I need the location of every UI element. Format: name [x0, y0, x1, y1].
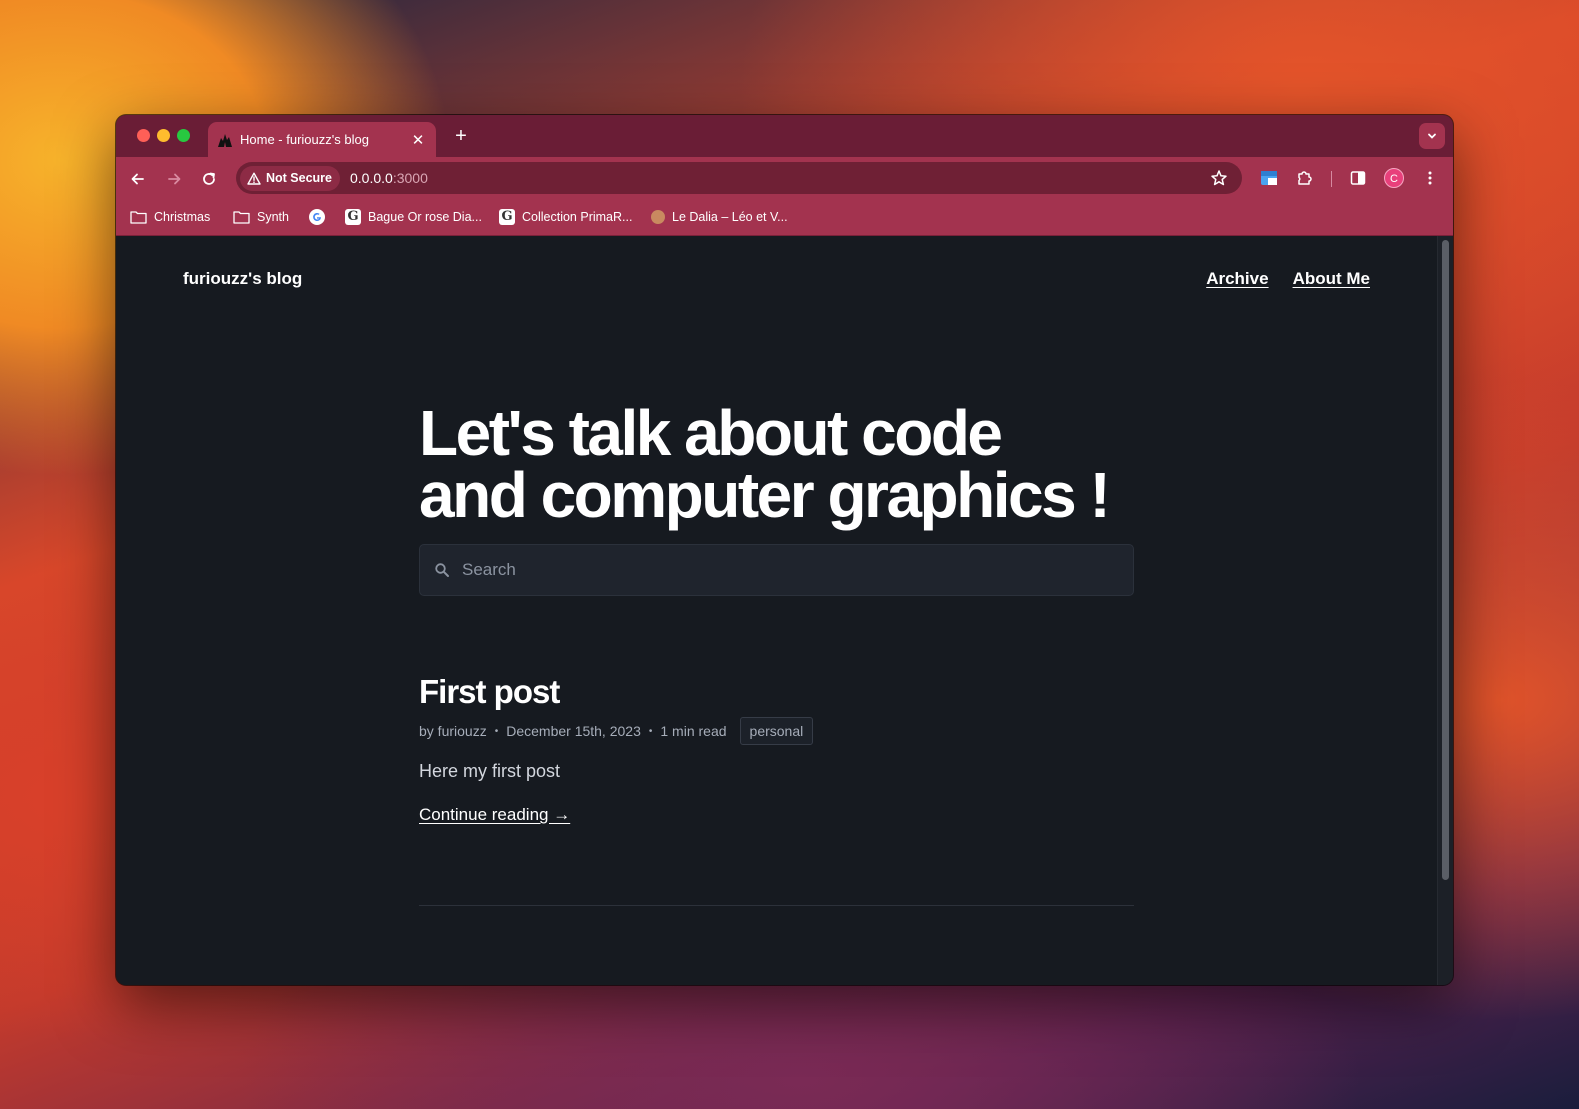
bookmark-google[interactable] — [309, 207, 332, 227]
extensions-menu-button[interactable] — [1293, 166, 1317, 190]
bookmark-label: Christmas — [154, 210, 211, 224]
post-title[interactable]: First post — [419, 673, 560, 711]
page-scrollbar[interactable] — [1437, 236, 1453, 985]
warning-icon — [247, 172, 261, 185]
site-title[interactable]: furiouzz's blog — [183, 269, 302, 289]
bookmark-le-dalia[interactable]: Le Dalia – Léo et V... — [651, 207, 788, 227]
address-bar[interactable]: Not Secure 0.0.0.0:3000 — [236, 162, 1242, 194]
tab-home[interactable]: Home - furiouzz's blog ✕ — [208, 122, 436, 157]
extension-app-icon — [1261, 171, 1277, 185]
close-window-button[interactable] — [137, 129, 150, 142]
side-panel-icon — [1350, 171, 1366, 185]
toolbar-separator — [1331, 171, 1332, 187]
browser-toolbar: Not Secure 0.0.0.0:3000 C — [116, 157, 1453, 199]
reload-button[interactable] — [196, 166, 222, 192]
profile-avatar[interactable]: C — [1384, 168, 1404, 188]
folder-icon — [130, 211, 147, 224]
back-button[interactable] — [125, 166, 151, 192]
security-label: Not Secure — [266, 171, 332, 185]
side-panel-button[interactable] — [1346, 166, 1370, 190]
g-favicon-icon: G — [345, 209, 361, 225]
url-text[interactable]: 0.0.0.0:3000 — [350, 170, 428, 186]
bookmark-synth[interactable]: Synth — [233, 207, 289, 227]
bookmark-christmas[interactable]: Christmas — [130, 207, 210, 227]
bookmark-label: Bague Or rose Dia... — [368, 210, 482, 224]
post-read-time: 1 min read — [660, 723, 727, 739]
hero-line-2: and computer graphics ! — [419, 459, 1111, 531]
search-input[interactable] — [462, 560, 1133, 580]
bookmark-label: Synth — [257, 210, 289, 224]
more-vertical-icon — [1428, 171, 1432, 185]
url-host: 0.0.0.0 — [350, 170, 393, 186]
maximize-window-button[interactable] — [177, 129, 190, 142]
bookmark-star-icon[interactable] — [1210, 169, 1228, 187]
url-port: :3000 — [392, 170, 428, 186]
minimize-window-button[interactable] — [157, 129, 170, 142]
google-icon — [309, 209, 325, 225]
reload-icon — [203, 172, 215, 185]
puzzle-icon — [1298, 171, 1312, 185]
post-divider — [419, 905, 1134, 906]
bookmarks-bar: Christmas Synth G Bague Or rose Dia... G… — [116, 199, 1453, 236]
nav-about-link[interactable]: About Me — [1293, 269, 1370, 289]
hero-heading: Let's talk about code and computer graph… — [419, 401, 1159, 527]
post-date: December 15th, 2023 — [506, 723, 641, 739]
tab-strip: Home - furiouzz's blog ✕ + — [116, 115, 1453, 157]
forward-button[interactable] — [161, 166, 187, 192]
bookmark-label: Le Dalia – Léo et V... — [672, 210, 788, 224]
page-viewport: furiouzz's blog Archive About Me Let's t… — [116, 236, 1437, 985]
search-icon — [435, 563, 449, 577]
g-favicon-icon: G — [499, 209, 515, 225]
search-box[interactable] — [419, 544, 1134, 596]
bookmark-collection[interactable]: G Collection PrimaR... — [499, 207, 632, 227]
nav-archive-link[interactable]: Archive — [1206, 269, 1268, 289]
post-excerpt: Here my first post — [419, 761, 561, 781]
browser-window: Home - furiouzz's blog ✕ + Not Secure 0.… — [116, 115, 1453, 985]
meta-bullet: • — [494, 725, 499, 737]
tab-search-button[interactable] — [1419, 123, 1445, 149]
post-author: by furiouzz — [419, 723, 487, 739]
scrollbar-thumb[interactable] — [1442, 240, 1449, 880]
bookmark-label: Collection PrimaR... — [522, 210, 633, 224]
extension-button[interactable] — [1257, 166, 1281, 190]
site-favicon-icon — [218, 133, 232, 147]
tab-close-icon[interactable]: ✕ — [410, 131, 426, 149]
arrow-right-icon — [168, 173, 181, 185]
security-indicator[interactable]: Not Secure — [240, 165, 340, 191]
dot-favicon-icon — [651, 210, 665, 224]
meta-bullet: • — [648, 725, 653, 737]
new-tab-button[interactable]: + — [449, 124, 473, 148]
chevron-down-icon — [1428, 133, 1436, 139]
folder-icon — [233, 211, 250, 224]
bookmark-bague[interactable]: G Bague Or rose Dia... — [345, 207, 482, 227]
browser-menu-button[interactable] — [1418, 166, 1442, 190]
post-tag[interactable]: personal — [739, 717, 814, 745]
post-meta: by furiouzz • December 15th, 2023 • 1 mi… — [419, 717, 814, 745]
arrow-left-icon — [131, 173, 144, 185]
tab-title: Home - furiouzz's blog — [240, 132, 369, 147]
site-nav: Archive About Me — [1206, 269, 1370, 289]
continue-reading-link[interactable]: Continue reading → — [419, 805, 570, 825]
